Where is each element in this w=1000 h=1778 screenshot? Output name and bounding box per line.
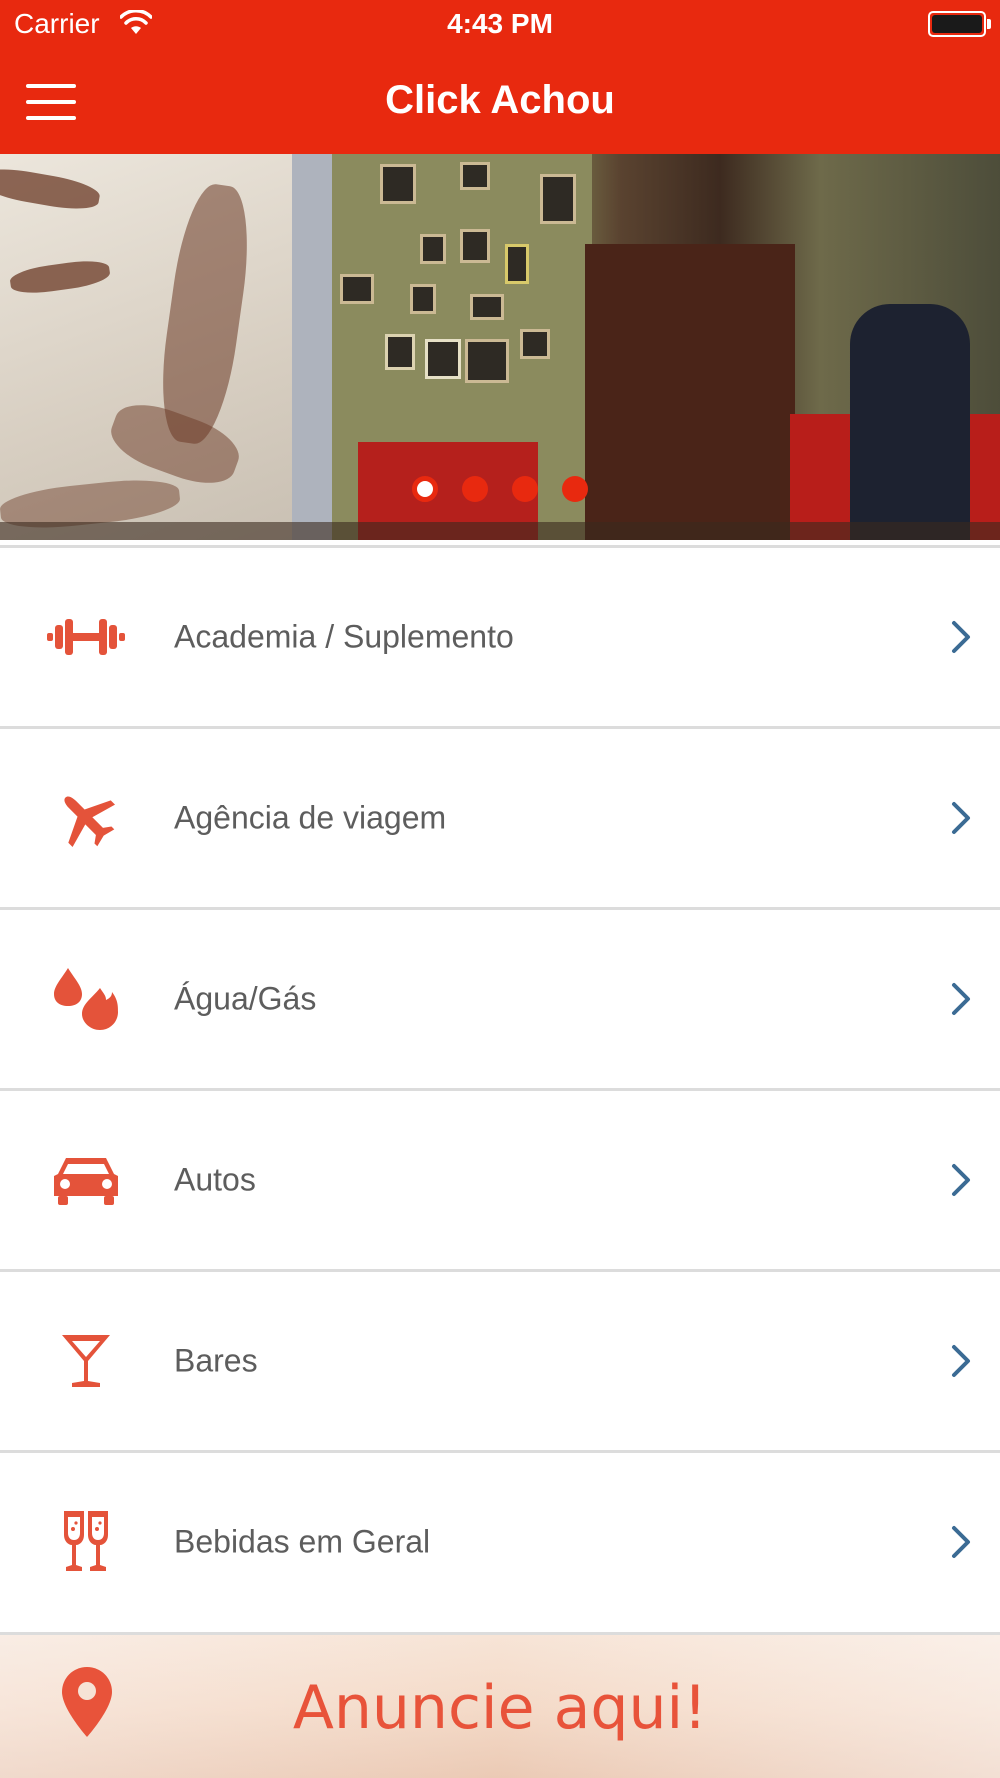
champagne-glasses-icon [46,1502,126,1582]
list-item-label: Bebidas em Geral [174,1523,431,1560]
list-item-label: Agência de viagem [174,799,447,836]
list-item-autos[interactable]: Autos [0,1088,1000,1269]
carousel-page-indicator [0,476,1000,506]
car-icon [46,1140,126,1220]
chevron-right-icon [950,619,974,655]
airplane-icon [46,778,126,858]
list-item-agua-gas[interactable]: Água/Gás [0,907,1000,1088]
list-item-academia[interactable]: Academia / Suplemento [0,545,1000,726]
carousel-dot-4[interactable] [562,476,588,502]
list-item-label: Bares [174,1342,258,1379]
clock-label: 4:43 PM [447,8,553,39]
chevron-right-icon [950,1162,974,1198]
chevron-right-icon [950,800,974,836]
app-screen: Carrier 4:43 PM Click Achou Academia / S… [0,0,1000,1778]
list-item-label: Academia / Suplemento [174,618,514,655]
chevron-right-icon [950,1524,974,1560]
category-list: Academia / Suplemento Agência de viagem [0,545,1000,1631]
list-item-label: Água/Gás [174,980,317,1017]
advertise-text: Anuncie aqui! [292,1673,708,1743]
dumbbell-icon [46,597,126,677]
advertise-banner[interactable]: Anuncie aqui! [0,1632,1000,1778]
cocktail-icon [46,1321,126,1401]
carousel-dot-2[interactable] [462,476,488,502]
status-bar: Carrier 4:43 PM [0,0,1000,50]
chevron-right-icon [950,1343,974,1379]
chevron-right-icon [950,981,974,1017]
nav-bar: Click Achou [0,50,1000,154]
list-item-bebidas[interactable]: Bebidas em Geral [0,1450,1000,1631]
list-item-agencia-viagem[interactable]: Agência de viagem [0,726,1000,907]
list-item-bares[interactable]: Bares [0,1269,1000,1450]
page-title: Click Achou [385,78,615,122]
carousel-dot-3[interactable] [512,476,538,502]
carousel-dot-1[interactable] [412,476,438,502]
battery-icon [928,11,991,37]
list-item-label: Autos [174,1161,256,1198]
water-fire-icon [46,959,126,1039]
